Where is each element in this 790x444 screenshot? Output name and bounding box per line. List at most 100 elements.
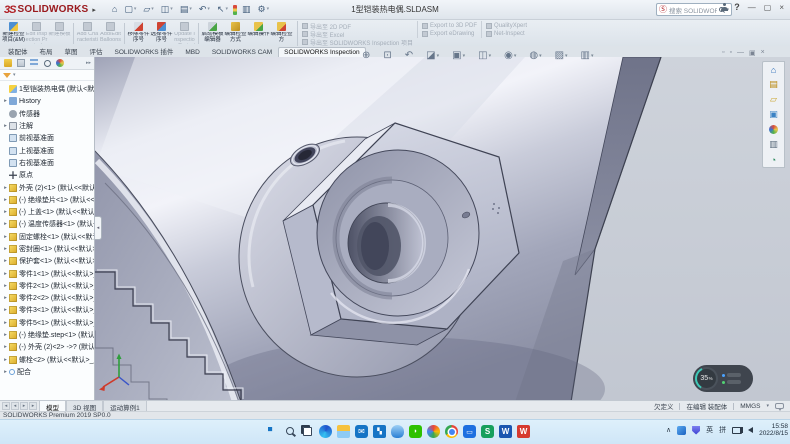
expand-arrow-icon[interactable] [2,98,9,104]
tree-row[interactable]: 1型铠装热电偶 (默认<默认_显示状态-1> [2,83,94,95]
photos-icon[interactable] [427,425,440,438]
clock[interactable]: 15:58 2022/8/15 [759,423,788,437]
ribbon-button[interactable]: Add Characteristic [76,21,99,46]
panel-collapse-handle[interactable]: ◂ [95,216,102,240]
export-item[interactable]: QualityXpert [486,22,527,30]
tree-row[interactable]: 注解 [2,120,94,132]
dimxpertmanager-tab[interactable] [42,58,52,68]
viewport-canvas[interactable] [95,57,790,400]
ribbon-button[interactable]: 新建检查项目(&M) [2,21,25,46]
expand-arrow-icon[interactable] [2,332,9,338]
tree-row[interactable]: 零件1<1> (默认<<默认>_显示状态 [2,267,94,279]
expand-arrow-icon[interactable] [2,234,9,240]
search-button[interactable] [286,427,294,435]
rebuild-button[interactable] [233,5,237,15]
zoom-to-fit-icon[interactable]: ⊕ [362,51,370,61]
configurationmanager-tab[interactable] [29,58,39,68]
ribbon-button[interactable] [73,23,74,44]
close-button[interactable]: × [777,3,786,12]
tree-row[interactable]: 密封圈<1> (默认<<默认>_显示状 [2,243,94,255]
command-tab[interactable]: 布局 [34,44,59,57]
ribbon-button[interactable]: 编辑检查方式 [224,21,247,46]
command-tab[interactable]: 评估 [84,44,109,57]
tree-row[interactable]: 零件3<1> (默认<<默认>_显示状态 [2,304,94,316]
store-icon[interactable] [373,425,386,438]
new-button[interactable]: ▢ [122,4,138,15]
doc-minimize-button[interactable]: — [737,49,744,57]
ribbon-button[interactable] [198,23,199,44]
expand-arrow-icon[interactable] [2,123,9,129]
ribbon-button[interactable]: 启动模板编辑器 [201,21,224,46]
appearances-icon[interactable] [763,122,784,137]
file-explorer-icon[interactable]: ▱ [763,92,784,107]
hide-show-items-icon[interactable]: ◉ [504,51,516,61]
tree-row[interactable]: 固定螺栓<1> (默认<<默认>_显示 [2,231,94,243]
menu-expand-icon[interactable]: ▸ [92,6,96,14]
expand-arrow-icon[interactable] [2,344,9,350]
doc-window-button-1[interactable]: ▫ [722,49,724,57]
tree-row[interactable]: 上视基准面 [2,144,94,156]
command-tab[interactable]: 草图 [59,44,84,57]
task-view-button[interactable] [303,427,312,436]
command-tab[interactable]: 装配体 [2,44,34,57]
expand-arrow-icon[interactable] [2,271,9,277]
tray-shield-icon[interactable] [692,426,700,435]
resources-tab-icon[interactable]: ⌂ [763,62,784,77]
edit-appearance-icon[interactable]: ◍ [529,51,541,61]
word-icon[interactable]: W [499,425,512,438]
forum-icon[interactable]: ◔ [763,152,784,167]
command-tab[interactable]: MBD [179,47,205,57]
filter-dropdown-icon[interactable]: ▾ [13,72,16,78]
tab-scroll-last[interactable]: ▸ [29,402,37,410]
tree-row[interactable]: (-) 绝缘垫.step<1> (默认<<默认> [2,329,94,341]
tree-row[interactable]: 配合 [2,366,94,378]
restore-button[interactable]: ▢ [762,3,774,12]
select-button[interactable]: ↖ [215,4,230,15]
file-properties-button[interactable]: ▥ [240,4,253,15]
tree-filter[interactable]: ▾ [0,70,94,81]
options-button[interactable]: ⚙ [255,4,271,15]
ime-mode-indicator[interactable]: 拼 [719,425,726,435]
apply-scene-icon[interactable]: ▨ [555,51,568,61]
tree-row[interactable]: 零件2<2> (默认<<默认>_显示状态 [2,292,94,304]
ribbon-button[interactable]: Update Inspection Project [173,21,196,46]
user-account-icon[interactable] [721,3,728,11]
ime-language-indicator[interactable]: 英 [706,425,713,435]
displaymanager-tab[interactable] [55,58,65,68]
tree-row[interactable]: (-) 绝缘垫片<1> (默认<<默认>_显 [2,194,94,206]
wechat-icon[interactable] [409,425,422,438]
edge-icon[interactable] [319,425,332,438]
expand-arrow-icon[interactable] [2,283,9,289]
command-tab[interactable]: SOLIDWORKS 插件 [109,44,180,57]
tree-row[interactable]: 前视基准面 [2,132,94,144]
print-button[interactable]: ▤ [178,4,194,15]
undo-button[interactable]: ↶ [197,4,212,15]
volume-icon[interactable] [748,427,753,433]
expand-arrow-icon[interactable] [2,197,9,203]
expand-arrow-icon[interactable] [2,185,9,191]
tree-row[interactable]: 保护套<1> (默认<<默认>_显示状 [2,255,94,267]
app-s-icon[interactable]: S [481,425,494,438]
command-tab[interactable]: SOLIDWORKS Inspection [278,47,366,57]
mail-icon[interactable] [355,425,368,438]
tree-row[interactable]: 外壳 (2)<1> (默认<<默认>_显示状 [2,181,94,193]
ribbon-button[interactable]: 移除零件序号 [127,21,150,46]
tree-row[interactable]: (-) 温度传感器<1> (默认<<默认>_ [2,218,94,230]
export-item[interactable]: Net-Inspect [486,30,527,38]
units-dropdown-icon[interactable]: ▾ [766,403,769,409]
ribbon-button[interactable]: 选择零件序号 [150,21,173,46]
zoom-to-area-icon[interactable]: ⊡ [383,51,391,61]
view-orientation-icon[interactable]: ▣ [452,51,465,61]
open-button[interactable]: ▱ [141,4,155,15]
propertymanager-tab[interactable] [16,58,26,68]
featuremanager-tab[interactable] [3,58,13,68]
export-item[interactable]: 导出至 SOLIDWORKS Inspection 项目 [302,38,413,46]
ribbon-button[interactable]: Add/Edit Balloons [99,21,122,46]
tree-row[interactable]: (-) 上盖<1> (默认<<默认>_显示状 [2,206,94,218]
doc-window-button-2[interactable]: ▫ [729,49,731,57]
section-view-icon[interactable]: ◪ [426,51,439,61]
ribbon-button[interactable]: 编辑操作 [247,21,270,46]
wps-icon[interactable]: W [517,425,530,438]
performance-overlay[interactable]: 35% [693,365,753,392]
tree-row[interactable]: (-) 外壳 (2)<2> ->? (默认<<默认> [2,341,94,353]
